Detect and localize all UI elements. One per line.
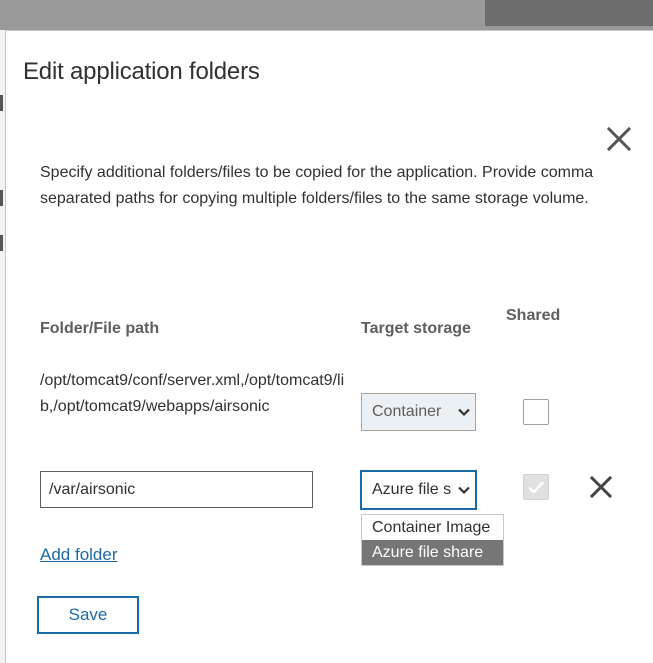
close-button[interactable] (606, 126, 632, 152)
target-storage-select-row-1[interactable]: Container (361, 393, 476, 431)
backdrop-mark (0, 95, 3, 111)
chevron-down-icon (458, 486, 470, 495)
chevron-down-icon (458, 408, 470, 417)
remove-row-button[interactable] (589, 475, 613, 499)
dropdown-option-container-image[interactable]: Container Image (362, 515, 503, 540)
close-icon (606, 126, 632, 152)
target-storage-select-row-2[interactable]: Azure file s (360, 470, 477, 510)
column-header-target-storage: Target storage (361, 320, 471, 337)
backdrop-mark (0, 235, 3, 251)
save-button[interactable]: Save (37, 596, 139, 634)
folder-path-input[interactable] (40, 471, 313, 508)
target-storage-dropdown-list: Container Image Azure file share (361, 514, 504, 566)
backdrop-shade (485, 0, 653, 26)
page-backdrop (0, 0, 653, 30)
backdrop-mark (0, 190, 3, 206)
dialog-title: Edit application folders (23, 58, 260, 85)
shared-checkbox-row-1[interactable] (523, 399, 549, 425)
remove-row-icon (589, 475, 613, 499)
target-storage-value: Container (372, 403, 442, 420)
dropdown-option-azure-file-share[interactable]: Azure file share (362, 540, 503, 565)
edit-application-folders-dialog: Edit application folders Specify additio… (5, 30, 653, 663)
add-folder-link[interactable]: Add folder (40, 545, 118, 565)
shared-checkbox-row-2[interactable] (523, 474, 549, 500)
target-storage-value: Azure file s (372, 481, 452, 498)
dialog-description: Specify additional folders/files to be c… (40, 164, 594, 207)
check-icon (528, 481, 544, 494)
column-header-path: Folder/File path (40, 320, 160, 337)
column-header-shared: Shared (506, 307, 561, 324)
folder-path-text: /opt/tomcat9/conf/server.xml,/opt/tomcat… (40, 372, 345, 415)
